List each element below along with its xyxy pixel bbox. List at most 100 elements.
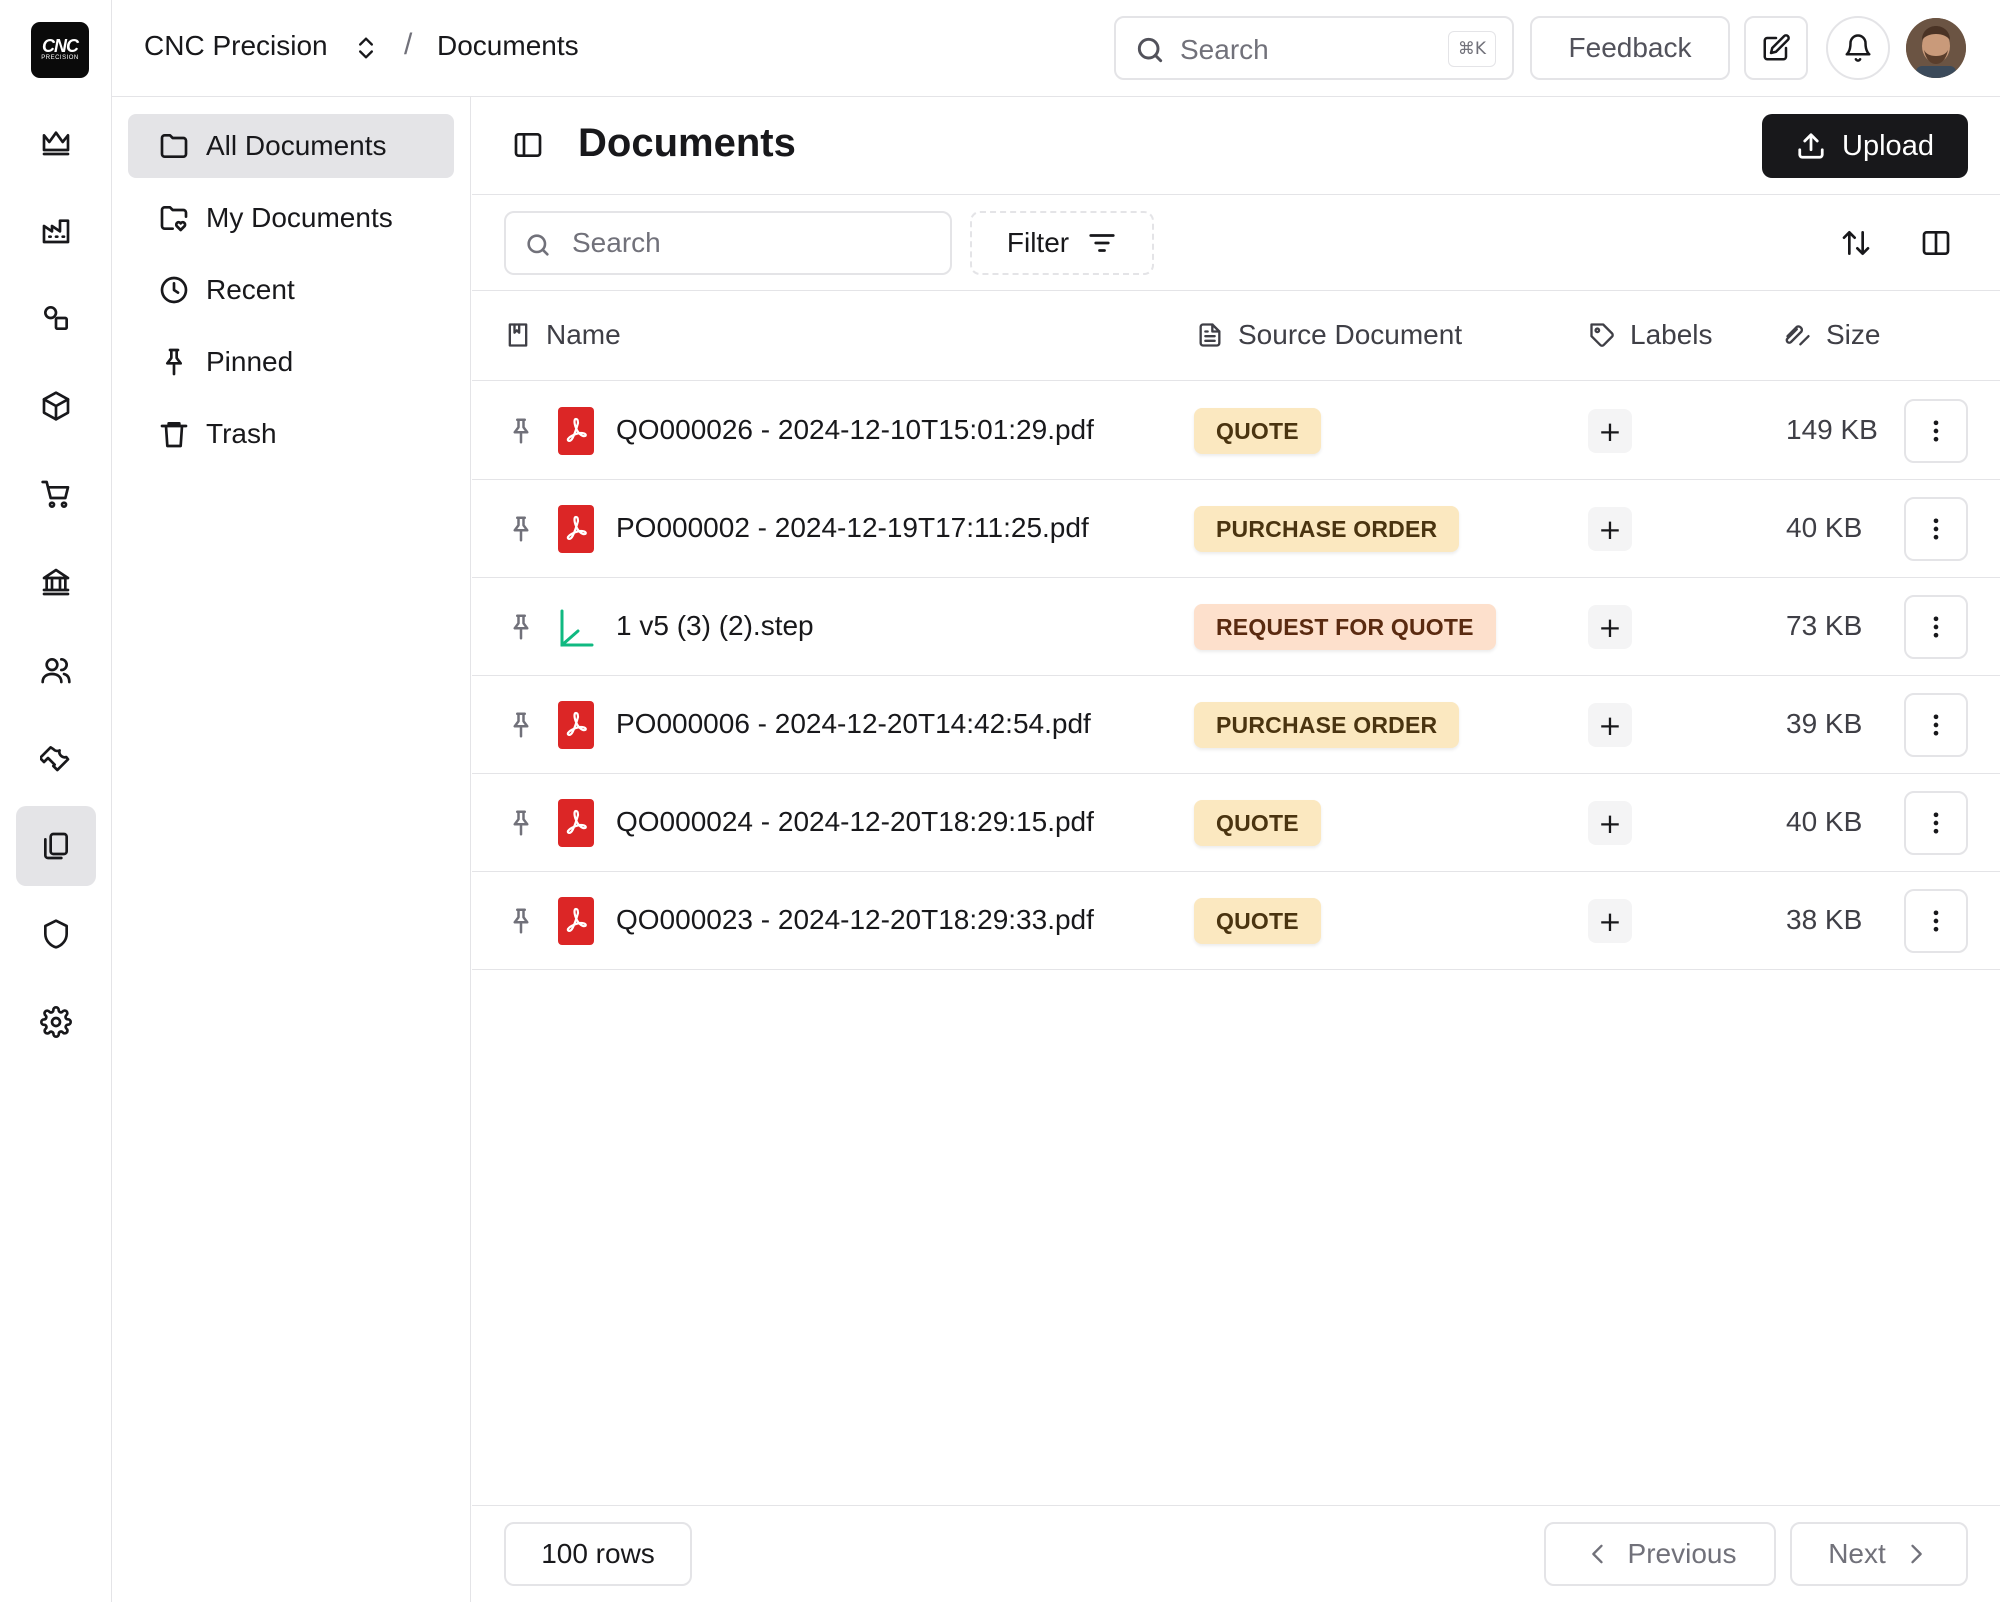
pin-icon[interactable] [506,905,536,937]
edit-button[interactable] [1744,16,1808,80]
source-document-badge[interactable]: PURCHASE ORDER [1194,506,1460,552]
feedback-button[interactable]: Feedback [1530,16,1730,80]
pdf-file-icon [558,407,594,455]
company-switcher[interactable]: CNC Precision [144,30,328,62]
nav-my-documents[interactable]: My Documents [128,186,454,250]
rail-people[interactable] [16,630,96,710]
cart-icon [41,480,70,508]
avatar[interactable] [1906,18,1966,78]
rail-purchasing[interactable] [16,454,96,534]
nav-pinned[interactable]: Pinned [128,330,454,394]
source-document-badge[interactable]: QUOTE [1194,800,1321,846]
global-search[interactable]: Search ⌘K [1114,16,1514,80]
pin-icon[interactable] [506,611,536,643]
bank-icon [42,568,70,596]
paperclip-tag-icon [1785,325,1810,346]
column-source-document[interactable]: Source Document [1196,319,1462,351]
rail-accounting[interactable] [16,542,96,622]
documents-icon [44,832,68,860]
next-page-button[interactable]: Next [1790,1522,1968,1586]
pin-icon[interactable] [506,513,536,545]
gear-icon [40,1006,72,1038]
table-row[interactable]: QO000024 - 2024-12-20T18:29:15.pdf QUOTE +… [472,774,2000,872]
row-actions-button[interactable] [1904,791,1968,855]
shapes-icon [44,306,68,330]
row-actions-button[interactable] [1904,399,1968,463]
tag-icon [1590,323,1614,347]
table-row[interactable]: PO000006 - 2024-12-20T14:42:54.pdf PURCHA… [472,676,2000,774]
file-name[interactable]: 1 v5 (3) (2).step [616,610,814,642]
breadcrumb-current-page[interactable]: Documents [437,30,579,62]
file-name[interactable]: QO000023 - 2024-12-20T18:29:33.pdf [616,904,1094,936]
search-input[interactable] [572,225,932,261]
source-document-badge[interactable]: QUOTE [1194,898,1321,944]
sidebar-toggle-icon[interactable] [512,129,544,161]
table-row[interactable]: PO000002 - 2024-12-19T17:11:25.pdf PURCHA… [472,480,2000,578]
table-footer: 100 rows Previous Next [472,1505,2000,1602]
rail-resources[interactable] [16,718,96,798]
row-actions-button[interactable] [1904,889,1968,953]
notifications-button[interactable] [1826,16,1890,80]
nav-recent[interactable]: Recent [128,258,454,322]
chevron-left-icon [1591,1544,1603,1564]
pdf-file-icon [558,701,594,749]
rows-per-page-button[interactable]: 100 rows [504,1522,692,1586]
columns-icon[interactable] [1920,227,1952,259]
column-labels[interactable]: Labels [1588,319,1713,351]
add-label-button[interactable]: + [1588,899,1632,943]
file-name[interactable]: PO000002 - 2024-12-19T17:11:25.pdf [616,512,1089,544]
add-label-button[interactable]: + [1588,409,1632,453]
company-logo[interactable]: CNC PRECISION [31,22,89,78]
rail-sales[interactable] [16,102,96,182]
add-label-button[interactable]: + [1588,507,1632,551]
filter-button[interactable]: Filter [970,211,1154,275]
pin-icon[interactable] [506,415,536,447]
source-document-badge[interactable]: QUOTE [1194,408,1321,454]
source-document-badge[interactable]: REQUEST FOR QUOTE [1194,604,1496,650]
rail-inventory[interactable] [16,366,96,446]
nav-label: Pinned [206,346,294,377]
wrench-icon [40,746,70,772]
rail-quality[interactable] [16,894,96,974]
main-header: Documents Upload [472,97,2000,195]
filter-lines-icon [1089,234,1115,252]
row-actions-button[interactable] [1904,595,1968,659]
column-name[interactable]: Name [504,319,621,351]
file-name[interactable]: PO000006 - 2024-12-20T14:42:54.pdf [616,708,1091,740]
pin-icon[interactable] [506,709,536,741]
add-label-button[interactable]: + [1588,703,1632,747]
row-actions-button[interactable] [1904,497,1968,561]
file-name[interactable]: QO000024 - 2024-12-20T18:29:15.pdf [616,806,1094,838]
pin-icon [166,348,182,376]
add-label-button[interactable]: + [1588,605,1632,649]
table-row[interactable]: QO000023 - 2024-12-20T18:29:33.pdf QUOTE +… [472,872,2000,970]
rail-documents[interactable] [16,806,96,886]
top-bar: CNC Precision / Documents Search ⌘K Feed… [112,0,2000,97]
nav-label: My Documents [206,202,393,233]
search-shortcut: ⌘K [1447,31,1496,67]
upload-button[interactable]: Upload [1762,114,1968,178]
column-name-label: Name [546,319,621,350]
table-row[interactable]: 1 v5 (3) (2).step REQUEST FOR QUOTE +73 KB [472,578,2000,676]
breadcrumb-separator: / [404,28,413,61]
nav-all-documents[interactable]: All Documents [128,114,454,178]
pdf-file-icon [558,897,594,945]
rail-parts[interactable] [16,278,96,358]
source-document-badge[interactable]: PURCHASE ORDER [1194,702,1460,748]
previous-label: Previous [1627,1538,1737,1569]
sort-arrows-icon[interactable] [1840,227,1872,259]
rail-settings[interactable] [16,982,96,1062]
rail-production[interactable] [16,190,96,270]
add-label-button[interactable]: + [1588,801,1632,845]
more-vertical-icon [1933,714,1939,736]
previous-page-button[interactable]: Previous [1544,1522,1776,1586]
table-row[interactable]: QO000026 - 2024-12-10T15:01:29.pdf QUOTE +… [472,382,2000,480]
chevron-up-down-icon[interactable] [352,32,380,64]
row-actions-button[interactable] [1904,693,1968,757]
file-name[interactable]: QO000026 - 2024-12-10T15:01:29.pdf [616,414,1094,446]
nav-trash[interactable]: Trash [128,402,454,466]
pin-icon[interactable] [506,807,536,839]
table-search[interactable] [504,211,952,275]
users-icon [41,658,71,684]
column-size[interactable]: Size [1784,319,1904,351]
